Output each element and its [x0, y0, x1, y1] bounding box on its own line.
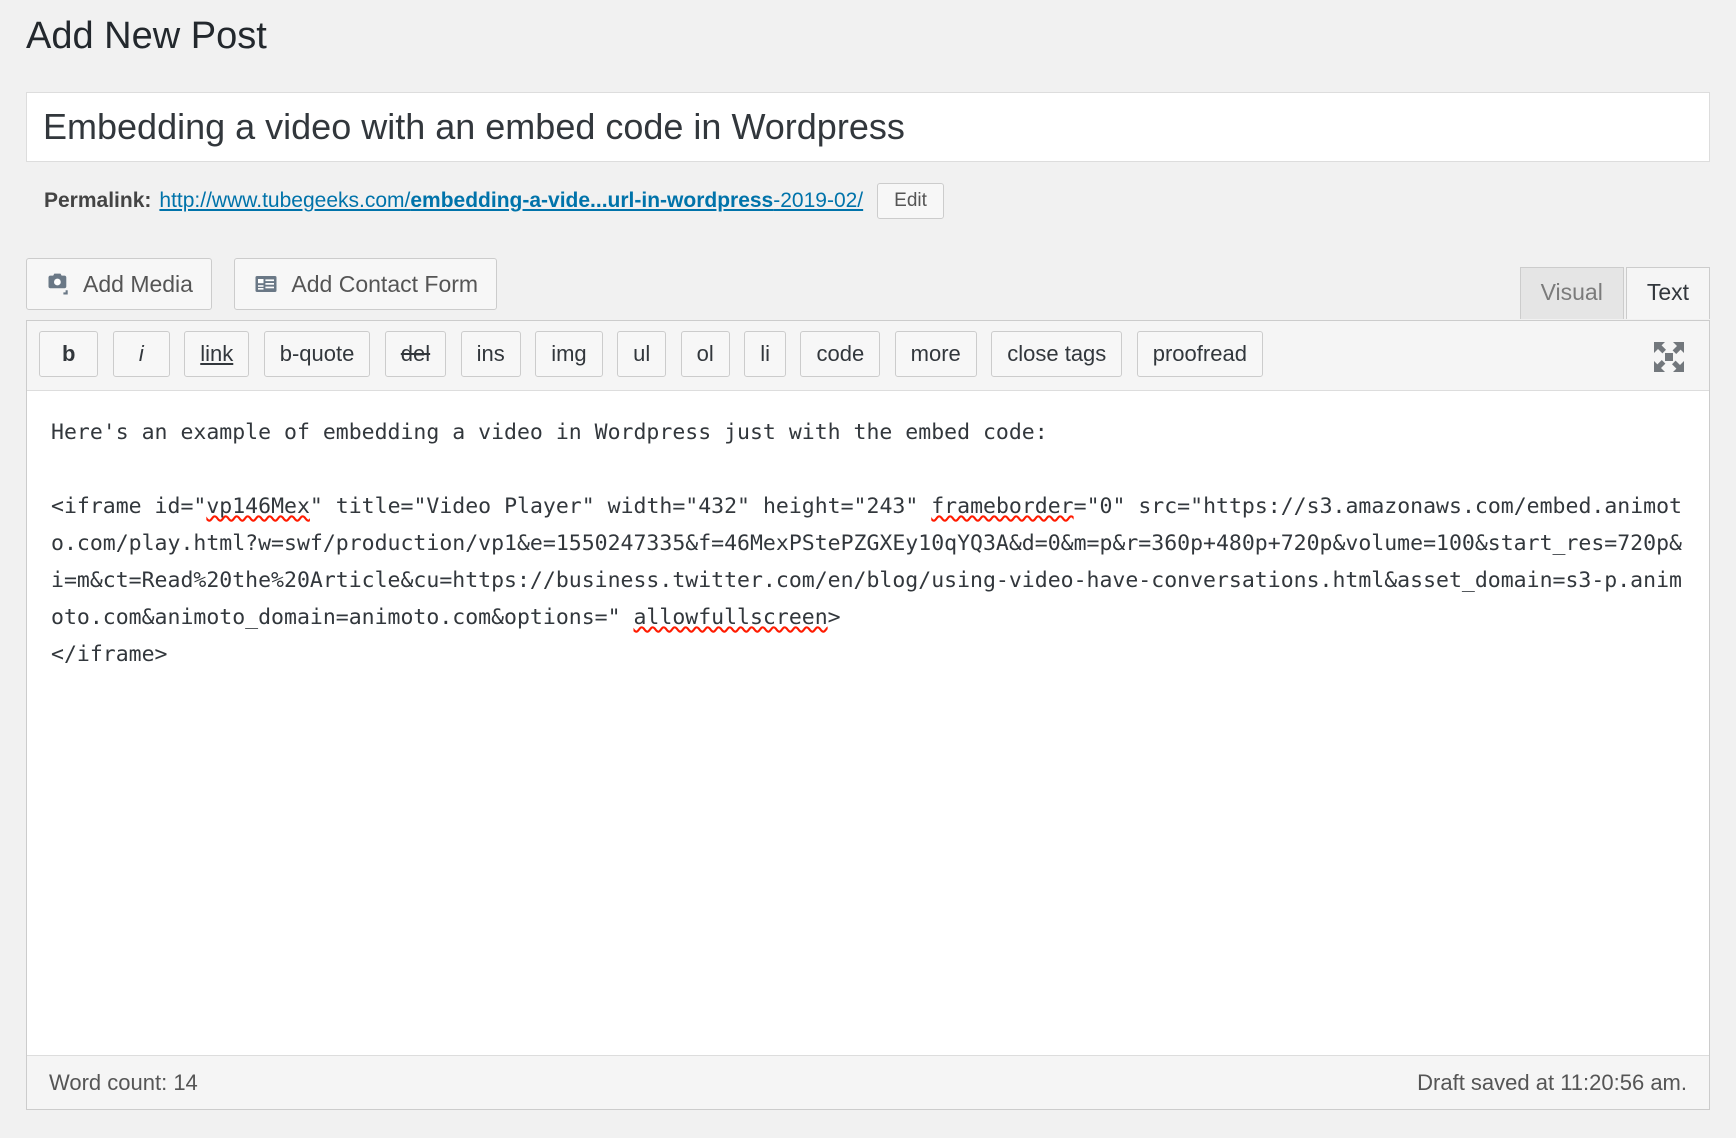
quicktag-li[interactable]: li — [744, 331, 786, 377]
permalink-url-suffix: -2019-02/ — [773, 189, 863, 212]
add-contact-form-button[interactable]: Add Contact Form — [234, 258, 497, 310]
content-code-part-1: <iframe id=" — [51, 494, 206, 519]
quicktag-link[interactable]: link — [184, 331, 249, 377]
quicktag-img[interactable]: img — [535, 331, 602, 377]
contact-form-icon — [253, 271, 279, 297]
edit-permalink-button[interactable]: Edit — [877, 183, 944, 220]
quicktag-ol[interactable]: ol — [681, 331, 730, 377]
post-editor: b i link b-quote del ins img ul ol li co… — [26, 320, 1710, 1110]
quicktag-close-tags[interactable]: close tags — [991, 331, 1122, 377]
post-title-input[interactable] — [27, 93, 1709, 161]
content-blank-line — [51, 451, 1685, 488]
content-misspelled-frameborder: frameborder — [931, 494, 1073, 519]
quicktag-b[interactable]: b — [39, 331, 98, 377]
media-buttons-row: Add Media Add Contact Form — [26, 258, 1710, 310]
quicktag-ins[interactable]: ins — [461, 331, 521, 377]
tab-text[interactable]: Text — [1626, 267, 1710, 319]
permalink-label: Permalink: — [44, 189, 151, 213]
quicktag-proofread[interactable]: proofread — [1137, 331, 1263, 377]
draft-saved-status: Draft saved at 11:20:56 am. — [1417, 1070, 1687, 1096]
permalink-row: Permalink: http://www.tubegeeks.com/embe… — [44, 180, 944, 222]
media-camera-icon — [45, 271, 71, 297]
content-misspelled-allowfullscreen: allowfullscreen — [633, 605, 827, 630]
quicktag-i[interactable]: i — [113, 331, 170, 377]
post-content-textarea[interactable]: Here's an example of embedding a video i… — [27, 392, 1709, 1055]
content-code-part-5: </iframe> — [51, 642, 168, 667]
add-media-button[interactable]: Add Media — [26, 258, 212, 310]
tab-visual[interactable]: Visual — [1520, 267, 1624, 319]
quicktag-b-quote[interactable]: b-quote — [264, 331, 371, 377]
editor-status-bar: Word count: 14 Draft saved at 11:20:56 a… — [27, 1055, 1709, 1109]
quicktag-ul[interactable]: ul — [617, 331, 666, 377]
quicktag-del[interactable]: del — [385, 331, 446, 377]
quicktag-more[interactable]: more — [895, 331, 977, 377]
permalink-url-slug: embedding-a-vide...url-in-wordpress — [410, 189, 773, 212]
word-count: Word count: 14 — [49, 1070, 198, 1096]
fullscreen-expand-icon[interactable] — [1649, 337, 1689, 377]
page-title: Add New Post — [26, 14, 267, 60]
add-media-label: Add Media — [83, 271, 193, 298]
content-misspelled-vp146mex: vp146Mex — [206, 494, 310, 519]
add-contact-form-label: Add Contact Form — [291, 271, 478, 298]
content-line-intro: Here's an example of embedding a video i… — [51, 420, 1048, 445]
content-code-part-4: > — [828, 605, 841, 630]
quicktags-toolbar: b i link b-quote del ins img ul ol li co… — [27, 321, 1709, 391]
permalink-url-prefix: http://www.tubegeeks.com/ — [159, 189, 410, 212]
permalink-link[interactable]: http://www.tubegeeks.com/embedding-a-vid… — [159, 189, 863, 213]
post-title-field-wrapper — [26, 92, 1710, 162]
add-new-post-screen: Add New Post Permalink: http://www.tubeg… — [0, 0, 1736, 1138]
editor-mode-tabs: Visual Text — [1520, 266, 1710, 318]
quicktag-code[interactable]: code — [800, 331, 880, 377]
content-code-part-2: " title="Video Player" width="432" heigh… — [310, 494, 931, 519]
